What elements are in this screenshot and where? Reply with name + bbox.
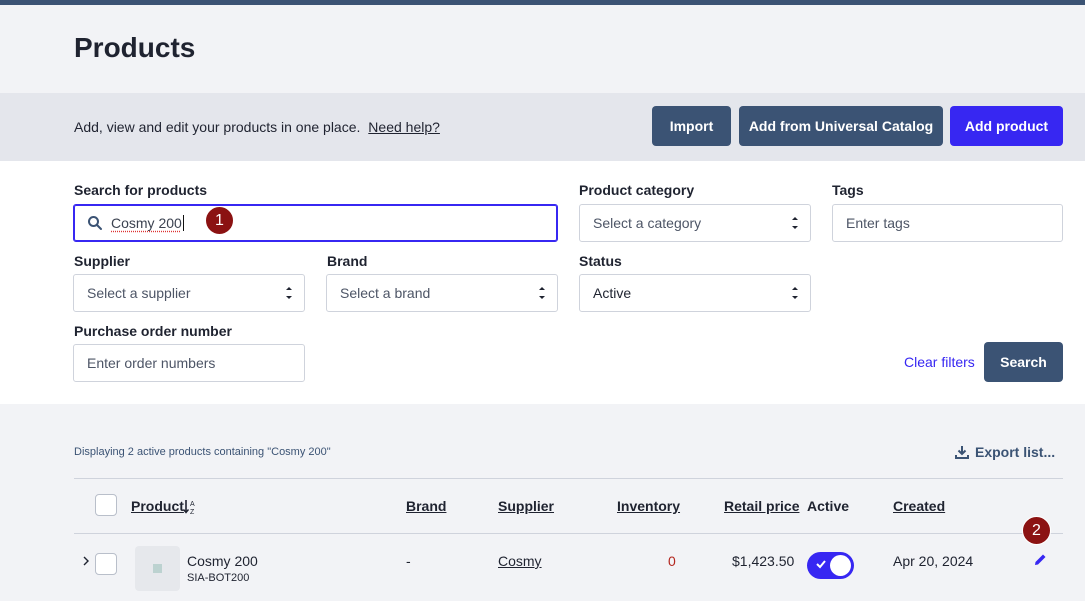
product-header-label: Product xyxy=(131,498,184,514)
toggle-knob xyxy=(830,555,851,576)
edit-pencil-icon[interactable] xyxy=(1034,553,1047,566)
check-icon xyxy=(816,560,826,569)
banner-description: Add, view and edit your products in one … xyxy=(74,119,361,135)
column-header-inventory[interactable]: Inventory xyxy=(617,498,680,514)
category-select[interactable]: Select a category xyxy=(579,204,811,242)
select-arrows-icon xyxy=(539,287,545,299)
brand-placeholder: Select a brand xyxy=(340,285,431,301)
svg-text:A: A xyxy=(190,501,195,508)
active-toggle[interactable] xyxy=(807,552,854,579)
po-number-placeholder: Enter order numbers xyxy=(87,355,216,371)
expand-row-chevron-icon[interactable] xyxy=(82,556,90,566)
tags-placeholder: Enter tags xyxy=(846,215,910,231)
brand-select[interactable]: Select a brand xyxy=(326,274,558,312)
po-number-label: Purchase order number xyxy=(74,323,232,339)
column-header-product[interactable]: Product xyxy=(131,498,184,514)
results-summary: Displaying 2 active products containing … xyxy=(74,446,331,458)
filters-panel: Search for products Cosmy 200 1 Product … xyxy=(0,161,1085,404)
status-label: Status xyxy=(579,253,622,269)
column-header-created[interactable]: Created xyxy=(893,498,945,514)
column-header-active: Active xyxy=(807,498,850,514)
supplier-placeholder: Select a supplier xyxy=(87,285,191,301)
status-select[interactable]: Active xyxy=(579,274,811,312)
table-header-divider xyxy=(74,533,1063,534)
page-title: Products xyxy=(74,32,196,63)
brand-label: Brand xyxy=(327,253,368,269)
po-number-input[interactable]: Enter order numbers xyxy=(73,344,305,382)
top-accent-bar xyxy=(0,0,1085,5)
row-created-date: Apr 20, 2024 xyxy=(893,553,974,569)
search-button[interactable]: Search xyxy=(984,342,1063,382)
add-from-universal-catalog-button[interactable]: Add from Universal Catalog xyxy=(739,106,943,146)
download-icon xyxy=(955,446,969,459)
row-brand: - xyxy=(406,553,411,569)
column-header-supplier[interactable]: Supplier xyxy=(498,498,554,514)
need-help-link[interactable]: Need help? xyxy=(368,119,440,135)
search-icon xyxy=(88,216,102,230)
text-cursor xyxy=(182,215,184,231)
banner-text: Add, view and edit your products in one … xyxy=(74,119,440,135)
search-label: Search for products xyxy=(74,182,208,198)
supplier-select[interactable]: Select a supplier xyxy=(73,274,305,312)
image-placeholder-icon xyxy=(153,564,162,573)
search-input-value: Cosmy 200 xyxy=(111,215,182,231)
status-value: Active xyxy=(593,285,632,301)
table-top-divider xyxy=(74,478,1063,479)
select-arrows-icon xyxy=(792,287,798,299)
column-header-brand[interactable]: Brand xyxy=(406,498,446,514)
select-arrows-icon xyxy=(792,217,798,229)
svg-text:Z: Z xyxy=(190,509,195,515)
row-inventory: 0 xyxy=(668,553,676,569)
column-header-retail-price[interactable]: Retail price xyxy=(724,498,799,514)
product-name[interactable]: Cosmy 200 xyxy=(187,553,258,569)
select-all-checkbox[interactable] xyxy=(95,494,117,516)
product-sku: SIA-BOT200 xyxy=(187,572,250,584)
category-placeholder: Select a category xyxy=(593,215,702,231)
annotation-badge-2: 2 xyxy=(1022,516,1051,545)
annotation-badge-1: 1 xyxy=(205,206,234,235)
export-list-button[interactable]: Export list... xyxy=(955,444,1055,460)
clear-filters-link[interactable]: Clear filters xyxy=(904,354,975,370)
row-supplier-link[interactable]: Cosmy xyxy=(498,553,542,569)
select-arrows-icon xyxy=(286,287,292,299)
product-thumbnail xyxy=(135,546,180,591)
sort-ascending-icon[interactable]: A Z xyxy=(183,499,197,515)
supplier-label: Supplier xyxy=(74,253,131,269)
import-button[interactable]: Import xyxy=(652,106,731,146)
tags-label: Tags xyxy=(832,182,864,198)
action-banner: Add, view and edit your products in one … xyxy=(0,93,1085,161)
tags-input[interactable]: Enter tags xyxy=(832,204,1063,242)
export-list-label: Export list... xyxy=(975,444,1056,460)
row-retail-price: $1,423.50 xyxy=(732,553,795,569)
add-product-button[interactable]: Add product xyxy=(950,106,1063,146)
category-label: Product category xyxy=(579,182,695,198)
search-input[interactable]: Cosmy 200 xyxy=(73,204,558,242)
row-checkbox[interactable] xyxy=(95,553,117,575)
